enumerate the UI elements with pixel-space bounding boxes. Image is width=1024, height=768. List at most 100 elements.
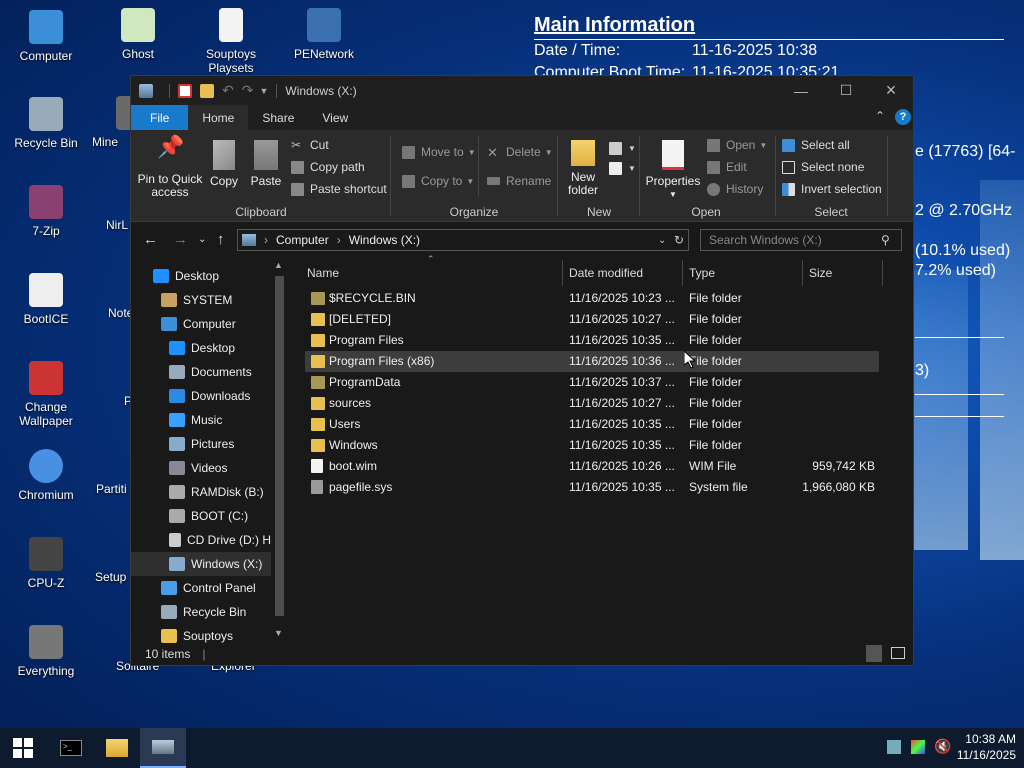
nav-item-windows-x[interactable]: Windows (X:) <box>131 552 271 576</box>
copy-to-button[interactable]: Copy to ▼ <box>402 171 474 191</box>
address-dropdown-icon[interactable]: ⌄ <box>658 235 666 246</box>
select-all-button[interactable]: Select all <box>782 135 850 155</box>
open-button[interactable]: Open ▼ <box>707 135 767 155</box>
nav-item-cd-drive-d-h[interactable]: CD Drive (D:) H <box>131 528 271 552</box>
file-row[interactable]: Windows 11/16/2025 10:35 ... File folder <box>305 435 879 456</box>
refresh-icon[interactable]: ↻ <box>674 233 684 247</box>
nav-item-downloads[interactable]: Downloads <box>131 384 271 408</box>
search-input[interactable]: Search Windows (X:) ⚲ <box>700 229 902 251</box>
copy-path-button[interactable]: Copy path <box>291 157 365 177</box>
scroll-up-icon[interactable]: ▲ <box>274 260 283 270</box>
breadcrumb-current[interactable]: Windows (X:) <box>349 233 420 247</box>
close-button[interactable]: × <box>868 76 914 105</box>
cut-button[interactable]: ✂ Cut <box>291 135 329 155</box>
desktop-icon-cpu-z[interactable]: CPU-Z <box>0 537 92 590</box>
scroll-down-icon[interactable]: ▼ <box>274 628 283 638</box>
up-icon[interactable]: ↑ <box>217 231 225 248</box>
file-row[interactable]: Program Files (x86) 11/16/2025 10:36 ... F… <box>305 351 879 372</box>
network-icon[interactable] <box>887 740 901 754</box>
delete-button[interactable]: ✕ Delete ▼ <box>487 142 553 162</box>
nav-item-boot-c[interactable]: BOOT (C:) <box>131 504 271 528</box>
collapse-ribbon-icon[interactable]: ⌃ <box>875 109 885 123</box>
desktop-icon-partial[interactable]: Mine <box>92 96 140 149</box>
taskbar-drive-button[interactable] <box>140 728 186 768</box>
quick-access-dropdown-icon[interactable]: ▼ <box>259 86 268 96</box>
nav-item-recycle-bin[interactable]: Recycle Bin <box>131 600 271 624</box>
help-icon[interactable]: ? <box>895 109 911 125</box>
large-icons-view-icon[interactable] <box>891 647 905 659</box>
pin-to-quick-access-button[interactable]: 📌 Pin to Quick access <box>137 136 203 199</box>
properties-icon[interactable] <box>178 83 192 98</box>
file-row[interactable]: Program Files 11/16/2025 10:35 ... File fo… <box>305 330 879 351</box>
nav-scrollbar[interactable]: ▲ ▼ <box>271 260 288 643</box>
edit-button[interactable]: Edit <box>707 157 747 177</box>
column-header-type[interactable]: Type <box>689 260 715 286</box>
nav-item-ramdisk-b[interactable]: RAMDisk (B:) <box>131 480 271 504</box>
file-row[interactable]: sources 11/16/2025 10:27 ... File folder <box>305 393 879 414</box>
taskbar-console-button[interactable]: >_ <box>48 728 94 768</box>
scrollbar-thumb[interactable] <box>275 276 284 616</box>
desktop-icon-computer[interactable]: Computer <box>0 10 92 63</box>
nav-item-desktop[interactable]: Desktop <box>131 264 271 288</box>
file-row[interactable]: pagefile.sys 11/16/2025 10:35 ... System f… <box>305 477 879 498</box>
forward-icon[interactable]: → <box>173 231 188 248</box>
desktop-icon-recycle-bin[interactable]: Recycle Bin <box>0 97 92 150</box>
file-row[interactable]: boot.wim 11/16/2025 10:26 ... WIM File 959,… <box>305 456 879 477</box>
copy-button[interactable]: Copy <box>207 140 241 188</box>
select-none-button[interactable]: Select none <box>782 157 864 177</box>
title-bar[interactable]: ↶ ↷ ▼ Windows (X:) — ☐ × <box>131 76 913 105</box>
color-icon[interactable] <box>911 740 925 754</box>
properties-button[interactable]: Properties ▼ <box>643 140 703 201</box>
start-button[interactable] <box>0 728 46 768</box>
undo-icon[interactable]: ↶ <box>222 82 234 99</box>
nav-item-computer[interactable]: Computer <box>131 312 271 336</box>
history-button[interactable]: History <box>707 179 763 199</box>
easy-access-button[interactable]: ▼ <box>609 158 636 178</box>
nav-item-control-panel[interactable]: Control Panel <box>131 576 271 600</box>
minimize-button[interactable]: — <box>778 76 824 105</box>
recent-locations-icon[interactable]: ⌄ <box>198 234 206 245</box>
tab-share[interactable]: Share <box>248 105 308 130</box>
desktop-icon-penetwork[interactable]: PENetwork <box>278 8 370 61</box>
desktop-icon-bootice[interactable]: BootICE <box>0 273 92 326</box>
nav-item-videos[interactable]: Videos <box>131 456 271 480</box>
desktop-icon-partial[interactable]: Setup <box>95 570 131 584</box>
desktop-icon-change-wallpaper[interactable]: Change Wallpaper <box>0 361 92 428</box>
file-row[interactable]: ProgramData 11/16/2025 10:37 ... File fold… <box>305 372 879 393</box>
details-view-icon[interactable] <box>866 645 882 662</box>
invert-selection-button[interactable]: Invert selection <box>782 179 882 199</box>
back-icon[interactable]: ← <box>143 231 158 248</box>
nav-item-souptoys[interactable]: Souptoys <box>131 624 271 643</box>
paste-shortcut-button[interactable]: Paste shortcut <box>291 179 387 199</box>
nav-item-pictures[interactable]: Pictures <box>131 432 271 456</box>
new-item-button[interactable]: ▼ <box>609 138 636 158</box>
paste-button[interactable]: Paste <box>247 140 285 188</box>
redo-icon[interactable]: ↷ <box>242 82 254 99</box>
desktop-icon-souptoys-playsets[interactable]: Souptoys Playsets <box>185 8 277 75</box>
tab-view[interactable]: View <box>308 105 362 130</box>
taskbar-explorer-button[interactable] <box>94 728 140 768</box>
desktop-icon-chromium[interactable]: Chromium <box>0 449 92 502</box>
nav-item-system[interactable]: SYSTEM <box>131 288 271 312</box>
tab-home[interactable]: Home <box>188 105 249 130</box>
desktop-icon-ghost[interactable]: Ghost <box>92 8 184 61</box>
breadcrumb-computer[interactable]: Computer <box>276 233 329 247</box>
desktop-icon-7-zip[interactable]: 7-Zip <box>0 185 92 238</box>
column-header-name[interactable]: Name <box>307 260 339 286</box>
new-folder-icon[interactable] <box>200 83 214 98</box>
clock[interactable]: 10:38 AM 11/16/2025 <box>957 731 1016 763</box>
rename-button[interactable]: Rename <box>487 171 551 191</box>
nav-item-music[interactable]: Music <box>131 408 271 432</box>
tab-file[interactable]: File <box>131 105 189 130</box>
new-folder-button[interactable]: New folder <box>561 140 605 197</box>
address-bar[interactable]: › Computer › Windows (X:) ⌄ ↻ <box>237 229 689 251</box>
volume-muted-icon[interactable]: 🔇 <box>934 738 951 755</box>
desktop-icon-partial[interactable]: Partiti <box>96 482 132 496</box>
nav-item-desktop[interactable]: Desktop <box>131 336 271 360</box>
file-row[interactable]: Users 11/16/2025 10:35 ... File folder <box>305 414 879 435</box>
nav-item-documents[interactable]: Documents <box>131 360 271 384</box>
desktop-icon-everything[interactable]: Everything <box>0 625 92 678</box>
maximize-button[interactable]: ☐ <box>823 76 869 105</box>
move-to-button[interactable]: Move to ▼ <box>402 142 476 162</box>
file-row[interactable]: $RECYCLE.BIN 11/16/2025 10:23 ... File fol… <box>305 288 879 309</box>
